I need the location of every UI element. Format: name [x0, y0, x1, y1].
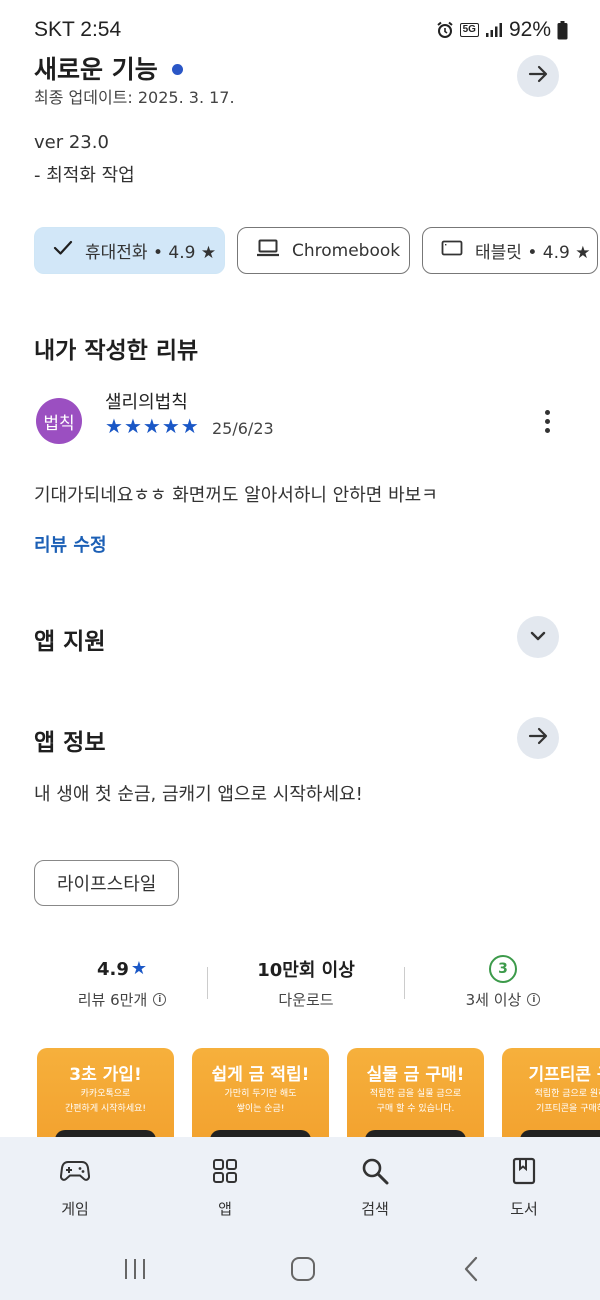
recent-apps-icon[interactable]	[120, 1254, 150, 1284]
arrow-right-icon	[526, 62, 550, 90]
nav-books[interactable]: 도서	[464, 1137, 584, 1240]
review-stars: ★ ★ ★ ★ ★	[105, 416, 199, 436]
apps-grid-icon	[212, 1156, 238, 1186]
app-support-heading: 앱 지원	[34, 629, 106, 655]
battery-icon	[557, 20, 568, 40]
last-updated: 최종 업데이트: 2025. 3. 17.	[34, 88, 235, 107]
chip-label: Chromebook	[292, 240, 401, 261]
app-info-heading: 앱 정보	[34, 730, 106, 756]
tablet-icon	[441, 240, 463, 261]
info-icon: i	[527, 993, 541, 1006]
back-icon[interactable]	[456, 1254, 486, 1284]
alarm-icon	[436, 21, 454, 39]
screenshot-subtitle: 구매 할 수 있습니다.	[376, 1104, 455, 1114]
star-icon: ★	[161, 414, 180, 438]
reviewer-name: 샐리의법칙	[105, 392, 188, 413]
screenshot-title: 실물 금 구매!	[366, 1065, 465, 1085]
screenshot-title: 3초 가입!	[69, 1065, 142, 1085]
age-rating-badge-icon: 3	[489, 955, 517, 983]
laptop-icon	[256, 239, 280, 262]
version-text: ver 23.0	[34, 132, 109, 153]
whats-new-heading: 새로운 기능	[34, 50, 183, 86]
chip-label: 태블릿 • 4.9 ★	[475, 243, 591, 263]
system-navigation-bar	[0, 1240, 600, 1300]
screenshot-subtitle: 적립한 금을 실물 금으로	[369, 1089, 462, 1099]
stat-downloads: 10만회 이상 다운로드	[211, 955, 401, 1010]
review-date: 25/6/23	[212, 419, 274, 438]
info-icon: i	[153, 993, 167, 1006]
app-support-expand-button[interactable]	[517, 616, 559, 658]
chip-tablet[interactable]: 태블릿 • 4.9 ★	[422, 227, 598, 274]
screenshot-subtitle: 기프티콘을 구매하	[535, 1104, 600, 1114]
nav-label: 앱	[218, 1200, 232, 1218]
app-stats: 4.9 ★ 리뷰 6만개 i 10만회 이상 다운로드 3 3세 이상 i	[0, 955, 600, 1015]
screenshot-subtitle: 간편하게 시작하세요!	[65, 1104, 146, 1114]
chevron-down-icon	[528, 628, 548, 647]
screenshot-title: 기프티콘 구	[528, 1065, 600, 1085]
star-icon: ★	[142, 414, 161, 438]
status-icons: 5G 92%	[436, 18, 568, 42]
home-icon[interactable]	[288, 1254, 318, 1284]
screenshot-subtitle: 가만히 두기만 해도	[224, 1089, 297, 1099]
stat-divider	[404, 967, 405, 999]
arrow-right-icon	[526, 724, 550, 752]
star-icon: ★	[105, 414, 123, 438]
screenshot-subtitle: 쌓이는 순금!	[236, 1104, 285, 1114]
downloads-label: 다운로드	[278, 991, 334, 1009]
nav-label: 게임	[61, 1200, 89, 1218]
screenshot-thumbnail[interactable]: 3초 가입! 카카오톡으로 간편하게 시작하세요!	[37, 1048, 174, 1148]
status-time: SKT 2:54	[34, 18, 122, 41]
book-icon	[512, 1156, 536, 1186]
downloads-value: 10만회 이상	[257, 960, 355, 981]
signal-icon	[485, 22, 503, 38]
screenshot-carousel[interactable]: 3초 가입! 카카오톡으로 간편하게 시작하세요! 쉽게 금 적립! 가만히 두…	[37, 1048, 600, 1148]
screenshot-title: 쉽게 금 적립!	[211, 1065, 310, 1085]
star-icon: ★	[130, 958, 148, 979]
release-notes: - 최적화 작업	[34, 165, 135, 186]
check-icon	[53, 240, 73, 261]
my-review-heading: 내가 작성한 리뷰	[34, 338, 199, 364]
search-icon	[361, 1156, 389, 1186]
screenshot-thumbnail[interactable]: 실물 금 구매! 적립한 금을 실물 금으로 구매 할 수 있습니다.	[347, 1048, 484, 1148]
stat-divider	[207, 967, 208, 999]
nav-apps[interactable]: 앱	[165, 1137, 285, 1240]
nav-search[interactable]: 검색	[315, 1137, 435, 1240]
review-text: 기대가되네요ㅎㅎ 화면꺼도 알아서하니 안하면 바보ㅋ	[34, 485, 438, 506]
stat-rating[interactable]: 4.9 ★ 리뷰 6만개 i	[27, 955, 217, 1010]
screenshot-subtitle: 적립한 금으로 원하	[534, 1089, 600, 1099]
app-description: 내 생애 첫 순금, 금캐기 앱으로 시작하세요!	[34, 784, 363, 805]
stat-content-rating[interactable]: 3 3세 이상 i	[408, 955, 598, 1010]
screenshot-thumbnail[interactable]: 기프티콘 구 적립한 금으로 원하 기프티콘을 구매하	[502, 1048, 600, 1148]
age-rating-label: 3세 이상	[465, 991, 522, 1009]
chip-label: 휴대전화 • 4.9 ★	[85, 243, 217, 263]
gamepad-icon	[60, 1156, 90, 1186]
star-icon: ★	[180, 414, 199, 438]
new-indicator-dot	[171, 63, 183, 75]
edit-review-link[interactable]: 리뷰 수정	[34, 531, 107, 557]
chip-phone[interactable]: 휴대전화 • 4.9 ★	[34, 227, 225, 274]
app-info-more-button[interactable]	[517, 717, 559, 759]
whats-new-more-button[interactable]	[517, 55, 559, 97]
star-icon: ★	[123, 414, 142, 438]
rating-value: 4.9	[96, 958, 129, 980]
device-filter-chips: 휴대전화 • 4.9 ★ Chromebook 태블릿 • 4.9 ★	[34, 227, 598, 274]
network-5g-icon: 5G	[459, 23, 479, 37]
screenshot-thumbnail[interactable]: 쉽게 금 적립! 가만히 두기만 해도 쌓이는 순금!	[192, 1048, 329, 1148]
nav-games[interactable]: 게임	[15, 1137, 135, 1240]
battery-percent: 92%	[508, 18, 551, 41]
screenshot-subtitle: 카카오톡으로	[80, 1089, 131, 1099]
bottom-navigation: 게임 앱 검색 도서	[0, 1137, 600, 1240]
category-chip[interactable]: 라이프스타일	[34, 860, 180, 906]
chip-chromebook[interactable]: Chromebook	[237, 227, 410, 274]
review-count: 리뷰 6만개	[77, 991, 148, 1009]
avatar: 법칙	[36, 398, 82, 444]
more-options-icon[interactable]	[534, 404, 560, 438]
nav-label: 검색	[361, 1200, 389, 1218]
whats-new-title: 새로운 기능	[34, 55, 158, 84]
nav-label: 도서	[510, 1200, 538, 1218]
